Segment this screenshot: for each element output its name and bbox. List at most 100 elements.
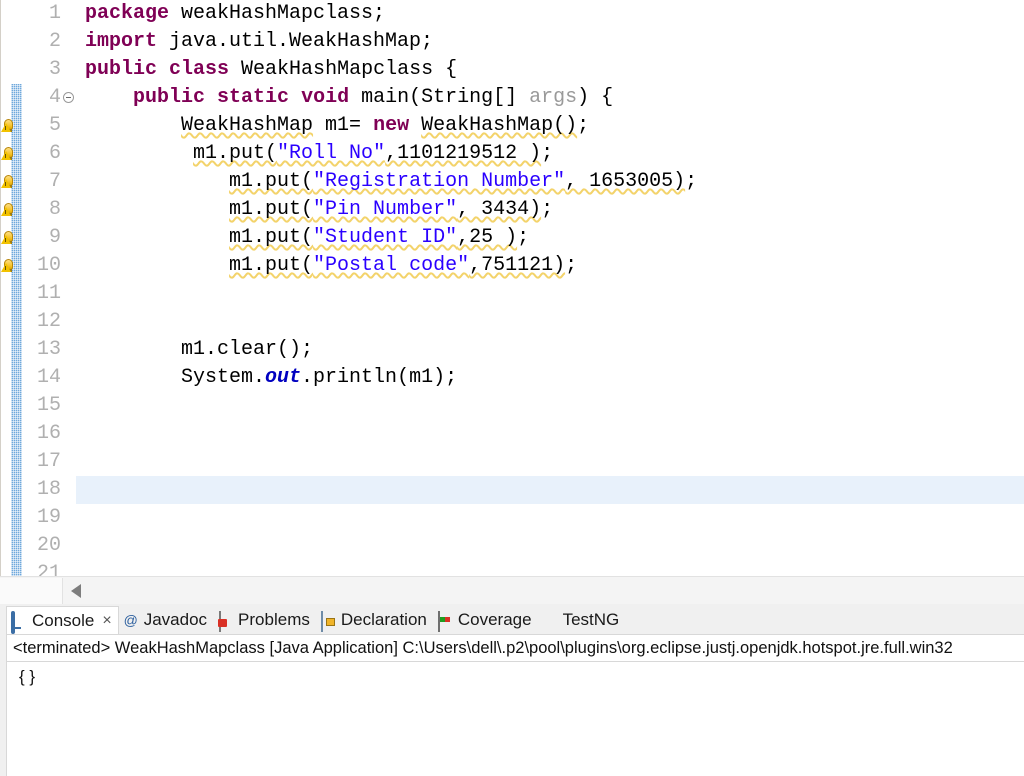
code-token: m1.put(	[229, 226, 314, 249]
scrollbar-corner	[0, 577, 63, 604]
javadoc-icon: @	[123, 612, 139, 628]
warning-triangle-icon	[1, 179, 11, 188]
code-token: public	[133, 86, 206, 109]
code-token: import	[85, 30, 158, 53]
code-token: main(String[]	[349, 86, 530, 109]
code-text-area[interactable]: package weakHashMapclass; import java.uti…	[76, 0, 1024, 577]
code-folding-ruler[interactable]	[62, 0, 76, 577]
ruler-left-edge	[0, 0, 1, 577]
code-line[interactable]: ​	[85, 420, 1024, 448]
line-number: 5	[48, 114, 61, 137]
code-line[interactable]: m1.clear();	[85, 336, 1024, 364]
view-tab-problems[interactable]: Problems	[213, 606, 316, 634]
line-number: 20	[36, 534, 61, 557]
view-tab-coverage[interactable]: Coverage	[433, 606, 538, 634]
line-number: 9	[48, 226, 61, 249]
tab-close-icon[interactable]: ×	[102, 612, 111, 630]
code-token: ;	[541, 198, 554, 221]
code-line[interactable]: System.out.println(m1);	[85, 364, 1024, 392]
code-token: , 1653005)	[565, 170, 686, 193]
code-token: ;	[541, 142, 554, 165]
problems-icon	[217, 611, 233, 632]
line-number: 16	[36, 422, 61, 445]
code-line[interactable]: m1.put("Roll No",1101219512 );	[85, 140, 1024, 168]
warning-triangle-icon	[1, 207, 11, 216]
code-token: ;	[517, 226, 530, 249]
code-token: m1.put(	[229, 170, 314, 193]
code-token: WeakHashMap()	[421, 114, 578, 137]
line-number: 11	[36, 282, 61, 305]
line-number: 1	[48, 2, 61, 25]
code-line[interactable]: import java.util.WeakHashMap;	[85, 28, 1024, 56]
code-token: package	[85, 2, 170, 25]
code-token: "Pin Number"	[313, 198, 458, 221]
code-line[interactable]: WeakHashMap m1= new WeakHashMap();	[85, 112, 1024, 140]
code-token: ) {	[577, 86, 614, 109]
code-token: ,1101219512 )	[385, 142, 542, 165]
warning-triangle-icon	[1, 263, 11, 272]
eclipse-ide-window: 1 2 3 4 5 6 7 8 9 10 11 12 13 14 15 16 17 18 19 20 21 packag…	[0, 0, 1024, 776]
quickfix-warning-icon[interactable]	[1, 146, 17, 162]
code-line[interactable]: ​	[85, 560, 1024, 577]
view-tab-label: TestNG	[562, 610, 620, 629]
code-line[interactable]: package weakHashMapclass;	[85, 0, 1024, 28]
quickfix-warning-icon[interactable]	[1, 230, 17, 246]
code-token: class	[169, 58, 230, 81]
code-line[interactable]: m1.put("Student ID",25 );	[85, 224, 1024, 252]
code-line[interactable]: m1.put("Registration Number", 1653005);	[85, 168, 1024, 196]
view-tab-label: Javadoc	[143, 610, 208, 629]
code-line[interactable]: public static void main(String[] args) {	[85, 84, 1024, 112]
view-tab-declaration[interactable]: Declaration	[316, 606, 433, 634]
coverage-icon	[437, 611, 453, 632]
warning-triangle-icon	[1, 151, 11, 160]
code-token: WeakHashMapclass {	[229, 58, 458, 81]
view-tab-label: Problems	[238, 610, 310, 629]
view-tab-javadoc[interactable]: @ Javadoc	[119, 606, 213, 634]
quickfix-warning-icon[interactable]	[1, 258, 17, 274]
code-line[interactable]: ​	[85, 504, 1024, 532]
code-token: static	[217, 86, 290, 109]
annotation-marker-ruler[interactable]	[0, 0, 22, 588]
code-line[interactable]: ​	[85, 392, 1024, 420]
code-token: out	[265, 366, 302, 389]
line-number: 12	[36, 310, 61, 333]
code-token: ,25 )	[457, 226, 518, 249]
code-line[interactable]: m1.put("Pin Number", 3434);	[85, 196, 1024, 224]
view-tab-bar[interactable]: Console × @ Javadoc Problems Declaration Cover…	[0, 604, 1024, 634]
code-line[interactable]: ​	[85, 448, 1024, 476]
line-number: 6	[48, 142, 61, 165]
code-token: "Postal code"	[313, 254, 470, 277]
code-line[interactable]: ​	[76, 476, 1024, 504]
code-line[interactable]: ​	[85, 280, 1024, 308]
line-number: 7	[48, 170, 61, 193]
warning-triangle-icon	[1, 235, 11, 244]
quickfix-warning-icon[interactable]	[1, 202, 17, 218]
editor-horizontal-scrollbar[interactable]	[0, 576, 1024, 604]
view-tab-console[interactable]: Console ×	[6, 606, 119, 634]
code-line[interactable]: m1.put("Postal code",751121);	[85, 252, 1024, 280]
code-token: ;	[565, 254, 578, 277]
scroll-left-arrow-icon[interactable]	[71, 583, 81, 598]
code-token: ;	[577, 114, 590, 137]
code-line[interactable]: public class WeakHashMapclass {	[85, 56, 1024, 84]
editor-body[interactable]: 1 2 3 4 5 6 7 8 9 10 11 12 13 14 15 16 17 18 19 20 21 packag…	[0, 0, 1024, 588]
view-tab-testng[interactable]: TestNG	[538, 606, 626, 634]
line-number: 15	[36, 394, 61, 417]
code-token: System.	[85, 366, 266, 389]
quickfix-warning-icon[interactable]	[1, 118, 17, 134]
code-token: void	[301, 86, 350, 109]
problems-icon-glyph	[219, 611, 222, 632]
line-number: 13	[36, 338, 61, 361]
quickfix-warning-icon[interactable]	[1, 174, 17, 190]
bottom-view-panel: Console × @ Javadoc Problems Declaration Cover…	[0, 604, 1024, 776]
console-process-header: <terminated> WeakHashMapclass [Java Appl…	[7, 635, 1024, 662]
console-view[interactable]: <terminated> WeakHashMapclass [Java Appl…	[6, 634, 1024, 776]
java-source-editor[interactable]: 1 2 3 4 5 6 7 8 9 10 11 12 13 14 15 16 17 18 19 20 21 packag…	[0, 0, 1024, 604]
fold-collapse-icon[interactable]	[63, 92, 74, 103]
code-line[interactable]: ​	[85, 308, 1024, 336]
code-line[interactable]: ​	[85, 532, 1024, 560]
